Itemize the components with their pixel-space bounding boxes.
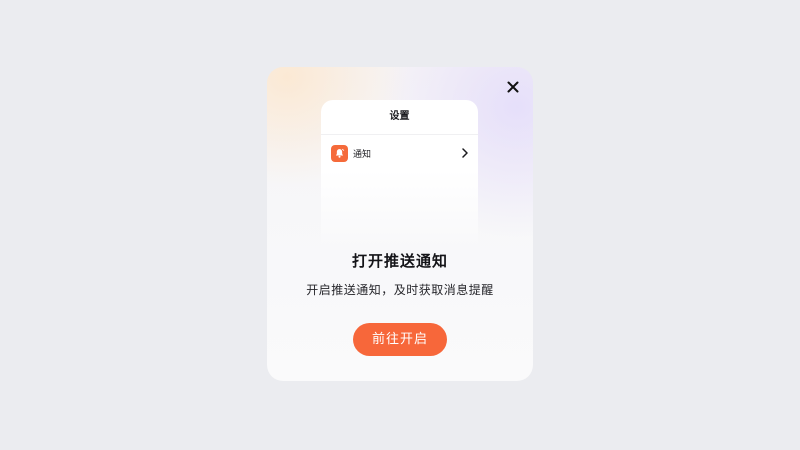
settings-preview-card: 设置 通知	[321, 100, 478, 250]
go-enable-button[interactable]: 前往开启	[353, 323, 447, 356]
close-button[interactable]	[505, 79, 521, 95]
dialog-title: 打开推送通知	[351, 252, 448, 270]
page-backdrop: 设置 通知 打开推送通知 开启推送通知，及时获取消息提醒 前往开启	[0, 0, 800, 450]
notification-row-label: 通知	[353, 149, 372, 160]
push-notification-dialog: 设置 通知 打开推送通知 开启推送通知，及时获取消息提醒 前往开启	[267, 67, 533, 381]
close-icon	[507, 81, 519, 93]
bell-icon	[331, 144, 348, 162]
notification-settings-row: 通知	[321, 135, 478, 171]
settings-preview-title: 设置	[321, 100, 478, 135]
chevron-right-icon	[462, 148, 468, 158]
dialog-description: 开启推送通知，及时获取消息提醒	[306, 283, 494, 297]
